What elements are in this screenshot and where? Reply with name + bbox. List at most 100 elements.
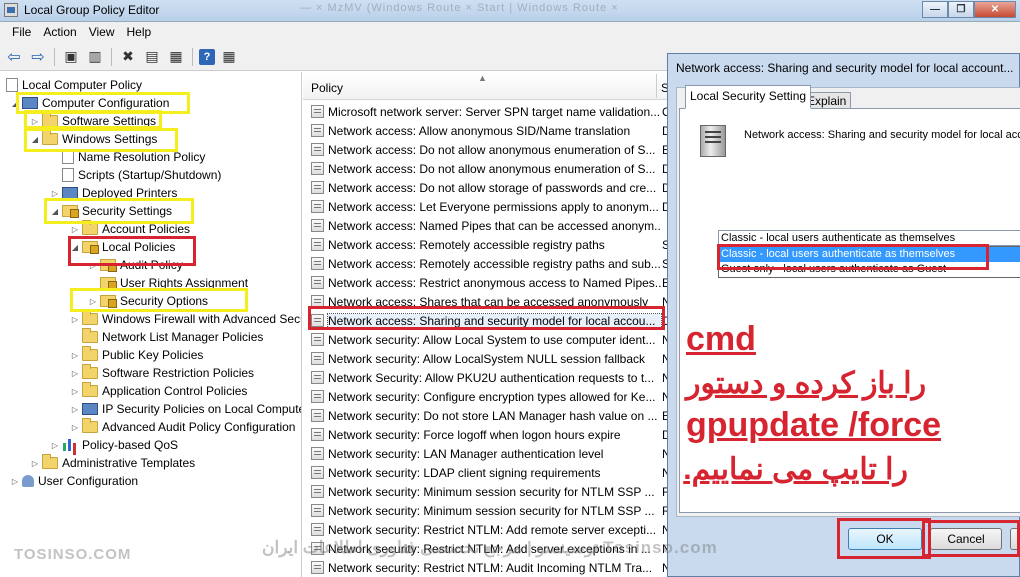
tree-advanced-audit[interactable]: ▷ Advanced Audit Policy Configuration [70, 418, 295, 436]
tree-user-configuration[interactable]: ▷ User Configuration [10, 472, 138, 490]
policy-setting-icon [311, 523, 324, 536]
highlight-selected-policy [308, 306, 665, 330]
table-row[interactable]: Network security: LDAP client signing re… [311, 463, 668, 482]
policy-name: Network security: LAN Manager authentica… [328, 446, 604, 461]
expand-arrow-icon[interactable]: ▷ [70, 369, 80, 378]
expand-arrow-icon[interactable]: ▷ [50, 441, 60, 450]
folder-icon [82, 346, 98, 361]
policy-setting-icon [311, 561, 324, 574]
policy-setting-icon [311, 352, 324, 365]
table-row[interactable]: Network security: Allow LocalSystem NULL… [311, 349, 668, 368]
menu-view[interactable]: View [83, 22, 121, 43]
menu-action[interactable]: Action [37, 22, 82, 43]
expand-arrow-icon[interactable]: ▷ [70, 315, 80, 324]
gpedit-app-icon[interactable] [4, 3, 18, 17]
table-row[interactable]: Network security: Restrict NTLM: Audit I… [311, 558, 668, 577]
menu-file[interactable]: File [6, 22, 37, 43]
tree-windows-firewall[interactable]: ▷ Windows Firewall with Advanced Secu [70, 310, 301, 328]
table-row[interactable]: Network Security: Allow PKU2U authentica… [311, 368, 668, 387]
policy-setting-icon [311, 181, 324, 194]
sort-ascending-icon: ▲ [478, 73, 487, 83]
table-row[interactable]: Network security: Force logoff when logo… [311, 425, 668, 444]
tab-local-security-setting[interactable]: Local Security Setting [685, 85, 812, 109]
table-row[interactable]: Network access: Restrict anonymous acces… [311, 273, 668, 292]
policy-name: Network security: Allow LocalSystem NULL… [328, 351, 646, 366]
table-row[interactable]: Network access: Do not allow storage of … [311, 178, 668, 197]
table-row[interactable]: Network security: Configure encryption t… [311, 387, 668, 406]
tree-public-key-policies[interactable]: ▷ Public Key Policies [70, 346, 203, 364]
dialog-title: Network access: Sharing and security mod… [676, 61, 1014, 75]
table-row[interactable]: Network access: Allow anonymous SID/Name… [311, 121, 668, 140]
expand-arrow-icon[interactable]: ▷ [70, 351, 80, 360]
properties-dialog: Network access: Sharing and security mod… [667, 53, 1020, 577]
menu-help[interactable]: Help [121, 22, 158, 43]
forward-arrow-icon[interactable]: ⇨ [28, 47, 48, 67]
highlight-ok-button [837, 518, 931, 559]
back-arrow-icon[interactable]: ⇦ [4, 47, 24, 67]
table-row[interactable]: Microsoft network server: Server SPN tar… [311, 102, 668, 121]
table-row[interactable]: Network access: Remotely accessible regi… [311, 254, 668, 273]
policy-setting-icon [311, 105, 324, 118]
expand-arrow-icon[interactable]: ▷ [30, 459, 40, 468]
table-row[interactable]: Network access: Do not allow anonymous e… [311, 140, 668, 159]
highlight-windows-settings [24, 128, 178, 152]
delete-icon[interactable]: ✖ [118, 47, 138, 67]
list-header: Policy ▲ S [303, 72, 668, 100]
table-row[interactable]: Network security: Do not store LAN Manag… [311, 406, 668, 425]
policy-name: Network access: Do not allow anonymous e… [328, 161, 656, 176]
expand-arrow-icon[interactable]: ▷ [10, 477, 20, 486]
policy-setting-icon [311, 124, 324, 137]
tree-administrative-templates[interactable]: ▷ Administrative Templates [30, 454, 195, 472]
policy-setting-icon [311, 466, 324, 479]
policy-name: Network security: Do not store LAN Manag… [328, 408, 658, 423]
expand-arrow-icon[interactable]: ▷ [70, 405, 80, 414]
table-row[interactable]: Network access: Let Everyone permissions… [311, 197, 668, 216]
table-row[interactable]: Network security: Minimum session securi… [311, 482, 668, 501]
up-folder-icon[interactable]: ▣ [61, 47, 81, 67]
policy-name: Network security: Minimum session securi… [328, 484, 655, 499]
column-divider[interactable] [656, 74, 657, 98]
table-row[interactable]: Network security: Restrict NTLM: Add rem… [311, 520, 668, 539]
expand-arrow-icon[interactable]: ▷ [50, 189, 60, 198]
table-row[interactable]: Network security: Allow Local System to … [311, 330, 668, 349]
title-bar: Local Group Policy Editor — × MzMV (Wind… [0, 0, 1020, 22]
tree-scripts[interactable]: Scripts (Startup/Shutdown) [50, 166, 221, 184]
properties-icon[interactable]: ▤ [142, 47, 162, 67]
export-list-icon[interactable]: ▦ [166, 47, 186, 67]
table-row[interactable]: Network security: Minimum session securi… [311, 501, 668, 520]
folder-icon [82, 418, 98, 433]
expand-arrow-icon[interactable]: ▷ [70, 225, 80, 234]
policy-setting-icon [311, 162, 324, 175]
policy-name: Network access: Let Everyone permissions… [328, 199, 659, 214]
policy-document-icon [6, 78, 18, 92]
table-row[interactable]: Network access: Remotely accessible regi… [311, 235, 668, 254]
tree-software-restriction[interactable]: ▷ Software Restriction Policies [70, 364, 254, 382]
folder-icon [82, 328, 98, 343]
show-hide-tree-icon[interactable]: ▥ [85, 47, 105, 67]
policy-list: Policy ▲ S Microsoft network server: Ser… [303, 72, 668, 577]
policy-setting-icon [311, 447, 324, 460]
tree-policy-based-qos[interactable]: ▷ Policy-based QoS [50, 436, 178, 454]
tree-application-control[interactable]: ▷ Application Control Policies [70, 382, 247, 400]
script-icon [62, 168, 74, 182]
table-row[interactable]: Network security: LAN Manager authentica… [311, 444, 668, 463]
tree-ip-security[interactable]: ▷ IP Security Policies on Local Compute [70, 400, 301, 418]
close-button[interactable]: ✕ [974, 1, 1016, 18]
toolbar-separator [54, 47, 55, 66]
expand-arrow-icon[interactable]: ▷ [70, 387, 80, 396]
menu-bar: File Action View Help [0, 22, 1020, 43]
folder-icon [82, 364, 98, 379]
table-row[interactable]: Network access: Do not allow anonymous e… [311, 159, 668, 178]
highlight-cancel-button [922, 520, 1020, 557]
policy-name: Network security: Configure encryption t… [328, 389, 656, 404]
policy-name: Network security: Force logoff when logo… [328, 427, 621, 442]
filter-icon[interactable]: ▦ [219, 47, 239, 67]
help-icon[interactable]: ? [199, 48, 215, 65]
expand-arrow-icon[interactable]: ▷ [70, 423, 80, 432]
minimize-button[interactable]: — [922, 1, 948, 18]
watermark-text: توسینسو | مرجع تخصصی فناوری اطلاعات ایرا… [262, 538, 718, 557]
column-header-policy[interactable]: Policy [311, 81, 343, 95]
tree-network-list-manager[interactable]: Network List Manager Policies [70, 328, 263, 346]
table-row[interactable]: Network access: Named Pipes that can be … [311, 216, 668, 235]
maximize-button[interactable]: ❐ [948, 1, 974, 18]
